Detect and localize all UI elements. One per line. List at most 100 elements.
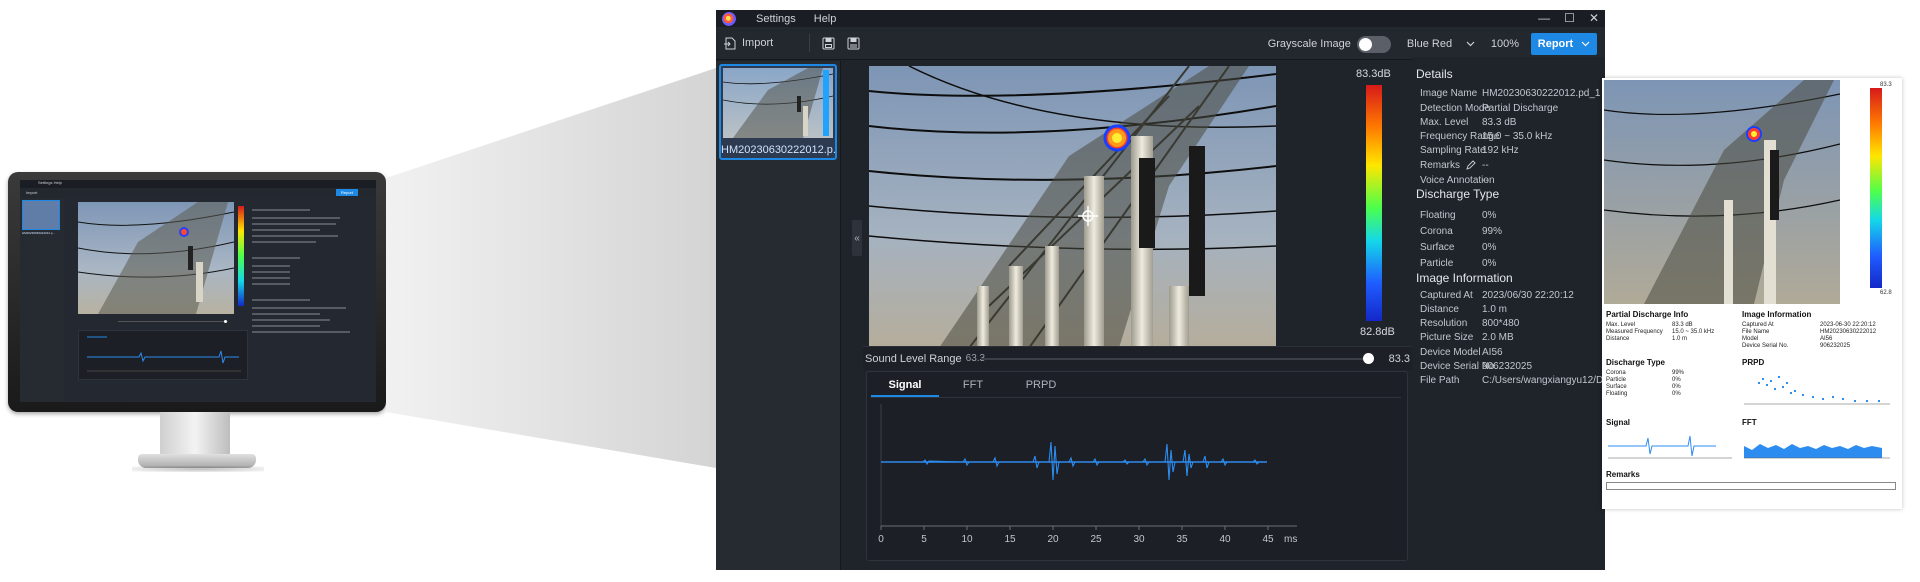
tab-fft[interactable]: FFT <box>939 376 1007 397</box>
report-value: 0% <box>1672 391 1681 397</box>
mini-colorbar <box>238 206 244 306</box>
report-value: 0% <box>1672 384 1681 390</box>
discharge-key: Floating <box>1420 210 1456 221</box>
x-tick-label: 5 <box>921 534 927 545</box>
save-icon <box>822 37 835 49</box>
edit-remarks-icon[interactable] <box>1466 160 1476 170</box>
menu-help[interactable]: Help <box>814 13 837 25</box>
mini-viewer <box>77 202 235 314</box>
detail-value: 15.0 ~ 35.0 kHz <box>1482 131 1553 142</box>
report-prpd-title: PRPD <box>1742 358 1765 367</box>
discharge-value: 0% <box>1482 210 1497 221</box>
discharge-key: Corona <box>1420 226 1453 237</box>
report-button[interactable]: Report <box>1531 33 1597 55</box>
save-button[interactable] <box>822 37 835 50</box>
report-image <box>1604 80 1840 304</box>
maximize-button[interactable]: ☐ <box>1564 10 1575 27</box>
thumbnail-label: HM20230630222012.p... <box>721 144 835 156</box>
monitor-base-shadow <box>132 466 264 472</box>
details-panel: Details Image Name HM20230630222012.pd_1… <box>1413 57 1605 570</box>
collapse-panel-handle[interactable]: « <box>852 220 862 256</box>
detail-value: -- <box>1482 160 1489 171</box>
mini-toolbar: Import Report <box>20 188 376 198</box>
minimize-button[interactable]: — <box>1538 10 1550 27</box>
detail-key: Remarks <box>1420 160 1461 171</box>
toolbar: Import Grayscale Image Blue Red 100% Rep… <box>716 27 1605 60</box>
report-key: Corona <box>1606 370 1626 376</box>
info-key: Picture Size <box>1420 332 1474 343</box>
details-title: Details <box>1416 67 1453 81</box>
sound-level-label: Sound Level Range <box>865 352 962 365</box>
report-remarks-title: Remarks <box>1606 470 1640 479</box>
app-window: Settings Help — ☐ ✕ Import Grayscale Ima… <box>716 10 1605 570</box>
x-tick-label: 45 <box>1262 534 1274 545</box>
tab-signal[interactable]: Signal <box>871 376 939 397</box>
report-dt-title: Discharge Type <box>1606 358 1665 367</box>
colorbar-min-label: 82.8dB <box>1360 326 1395 338</box>
info-key: Distance <box>1420 304 1459 315</box>
report-signal-title: Signal <box>1606 418 1631 427</box>
toolbar-right: Grayscale Image Blue Red 100% Report <box>1268 33 1597 55</box>
mini-thumb-label: HM20230630222012.p... <box>22 231 56 235</box>
close-button[interactable]: ✕ <box>1589 10 1599 27</box>
import-button[interactable]: Import <box>724 37 773 50</box>
report-preview: 83.3 62.8 Partial Discharge Info Max. Le… <box>1602 78 1902 509</box>
waveform-tabs: Signal FFT PRPD <box>871 376 1401 398</box>
thermal-image-viewer[interactable] <box>869 66 1276 348</box>
mini-menu-text: Settings Help <box>38 180 62 185</box>
x-tick-label: 0 <box>878 534 884 545</box>
report-key: Distance <box>1606 336 1630 342</box>
detail-value: 83.3 dB <box>1482 117 1517 128</box>
info-key: Resolution <box>1420 318 1468 329</box>
report-key: Device Serial No. <box>1742 343 1789 349</box>
report-fft-title: FFT <box>1742 418 1757 427</box>
thumbnail-panel: HM20230630222012.p... <box>716 61 841 570</box>
report-bar-min: 62.8 <box>1880 290 1892 296</box>
info-value: 1.0 m <box>1482 304 1508 315</box>
save-as-button[interactable] <box>847 37 860 50</box>
thumbnail-item[interactable]: HM20230630222012.p... <box>719 64 837 160</box>
sound-level-max: 83.3 <box>1388 353 1410 365</box>
sound-level-track[interactable] <box>981 358 1369 360</box>
info-key: Captured At <box>1420 290 1473 301</box>
menu-settings[interactable]: Settings <box>756 13 796 25</box>
mini-range <box>78 320 234 324</box>
mini-wave-panel <box>78 330 248 380</box>
page-canvas: { "app": { "menu": ["Settings", "Help"],… <box>0 0 1920 582</box>
report-value: AI56 <box>1820 336 1833 342</box>
waveform-panel: Signal FFT PRPD 0 5 10 15 20 25 30 35 40 45 ms <box>866 371 1408 561</box>
info-value: 800*480 <box>1482 318 1520 329</box>
sound-level-slider-knob[interactable] <box>1363 353 1374 364</box>
substation-photo <box>869 66 1276 348</box>
zoom-level: 100% <box>1490 38 1519 50</box>
detail-key: Sampling Rate <box>1420 145 1486 156</box>
report-remarks-box <box>1606 482 1896 490</box>
report-key: File Name <box>1742 329 1770 335</box>
report-value: 83.3 dB <box>1672 322 1693 328</box>
discharge-marker <box>1103 124 1131 152</box>
report-fft-plot <box>1744 444 1890 459</box>
tab-prpd[interactable]: PRPD <box>1007 376 1075 397</box>
palette-select[interactable]: Blue Red <box>1405 34 1477 54</box>
grayscale-toggle-knob <box>1358 37 1372 51</box>
thumbnail-image <box>723 68 833 138</box>
report-chevron-icon <box>1581 41 1590 47</box>
signal-plot: 0 5 10 15 20 25 30 35 40 45 ms <box>873 398 1403 558</box>
discharge-title: Discharge Type <box>1416 187 1500 201</box>
sound-level-range: Sound Level Range 63.3 83.3 <box>863 346 1412 370</box>
info-key: File Path <box>1420 375 1460 386</box>
report-key: Surface <box>1606 384 1627 390</box>
report-key: Model <box>1742 336 1759 342</box>
detail-value: 192 kHz <box>1482 145 1519 156</box>
discharge-value: 99% <box>1482 226 1503 237</box>
grayscale-toggle[interactable] <box>1356 35 1391 53</box>
report-signal-plot <box>1608 435 1732 459</box>
import-label: Import <box>742 37 774 49</box>
window-controls: — ☐ ✕ <box>1538 10 1599 27</box>
discharge-value: 0% <box>1482 258 1497 269</box>
save-as-icon <box>847 37 860 49</box>
mini-wave <box>87 336 241 372</box>
info-value: AI56 <box>1482 347 1503 358</box>
report-value: HM20230630222012 <box>1820 329 1877 335</box>
report-value: 906232025 <box>1820 343 1851 349</box>
